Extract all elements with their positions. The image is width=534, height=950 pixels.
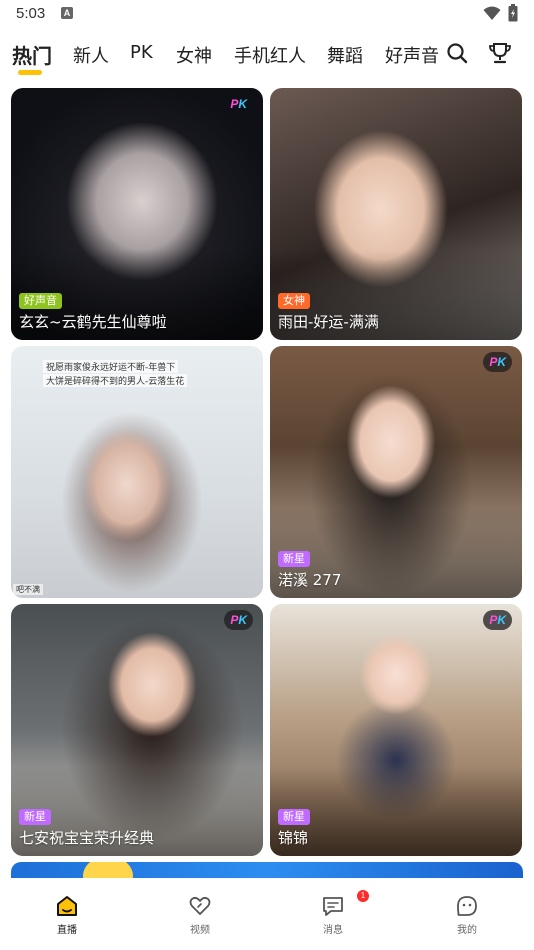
tab-pk[interactable]: PK bbox=[130, 42, 153, 63]
nav-video[interactable]: 视频 bbox=[170, 894, 230, 936]
stream-title: 七安祝宝宝荣升经典 bbox=[19, 829, 155, 847]
stream-card[interactable]: PK 新星 锦锦 bbox=[270, 604, 522, 856]
trophy-icon[interactable] bbox=[488, 42, 512, 64]
category-tag: 新星 bbox=[278, 809, 310, 825]
nav-label: 视频 bbox=[190, 925, 210, 936]
notification-icon: A bbox=[61, 7, 73, 19]
battery-icon bbox=[508, 4, 518, 22]
gift-message: 大饼是碎碎得不到的男人-云落生花 bbox=[43, 374, 188, 387]
pk-badge: PK bbox=[483, 352, 512, 372]
nav-label: 我的 bbox=[457, 925, 477, 936]
stream-title: 锦锦 bbox=[278, 829, 309, 847]
category-tag: 女神 bbox=[278, 293, 310, 309]
stream-card[interactable]: PK 新星 渃溪 277 bbox=[270, 346, 522, 598]
stream-card[interactable]: PK 新星 七安祝宝宝荣升经典 bbox=[11, 604, 263, 856]
stream-title: 雨田-好运-满满 bbox=[278, 313, 379, 331]
category-tag: 好声音 bbox=[19, 293, 62, 309]
status-bar: 5:03 A bbox=[0, 0, 534, 30]
stream-title: 玄玄~云鹤先生仙尊啦 bbox=[19, 313, 167, 331]
wifi-icon bbox=[483, 6, 501, 20]
corner-label: 吧不满 bbox=[13, 584, 43, 595]
nav-label: 直播 bbox=[57, 925, 77, 936]
tab-goddess[interactable]: 女神 bbox=[176, 42, 212, 68]
active-tab-indicator bbox=[18, 70, 42, 75]
heart-icon bbox=[189, 896, 211, 915]
stream-card[interactable]: PK 好声音 玄玄~云鹤先生仙尊啦 bbox=[11, 88, 263, 340]
nav-label: 消息 bbox=[323, 925, 343, 936]
profile-icon bbox=[457, 896, 477, 916]
category-tag: 新星 bbox=[278, 551, 310, 567]
pk-badge: PK bbox=[224, 610, 253, 630]
status-time: 5:03 bbox=[16, 5, 46, 22]
tab-good-voice[interactable]: 好声音 bbox=[385, 42, 439, 68]
category-tag: 新星 bbox=[19, 809, 51, 825]
tab-new[interactable]: 新人 bbox=[73, 42, 109, 68]
stream-card[interactable]: 祝愿雨家俊永远好运不断-年兽下 大饼是碎碎得不到的男人-云落生花 吧不满 bbox=[11, 346, 263, 598]
pk-badge: PK bbox=[483, 610, 512, 630]
tab-hot[interactable]: 热门 bbox=[12, 40, 52, 69]
stream-card[interactable]: 女神 雨田-好运-满满 bbox=[270, 88, 522, 340]
unread-badge: 1 bbox=[357, 890, 369, 902]
home-icon bbox=[57, 896, 77, 916]
pk-badge: PK bbox=[230, 97, 247, 111]
message-icon bbox=[323, 897, 343, 916]
stream-title: 渃溪 277 bbox=[278, 571, 342, 589]
tab-dance[interactable]: 舞蹈 bbox=[327, 42, 363, 68]
tab-mobile-stars[interactable]: 手机红人 bbox=[234, 42, 306, 68]
nav-messages[interactable]: 消息 bbox=[303, 894, 363, 936]
nav-live[interactable]: 直播 bbox=[37, 894, 97, 936]
search-icon[interactable] bbox=[446, 42, 468, 64]
nav-profile[interactable]: 我的 bbox=[437, 894, 497, 936]
gift-message: 祝愿雨家俊永远好运不断-年兽下 bbox=[43, 360, 179, 373]
bottom-nav: 直播 视频 消息 我的 bbox=[0, 878, 534, 950]
